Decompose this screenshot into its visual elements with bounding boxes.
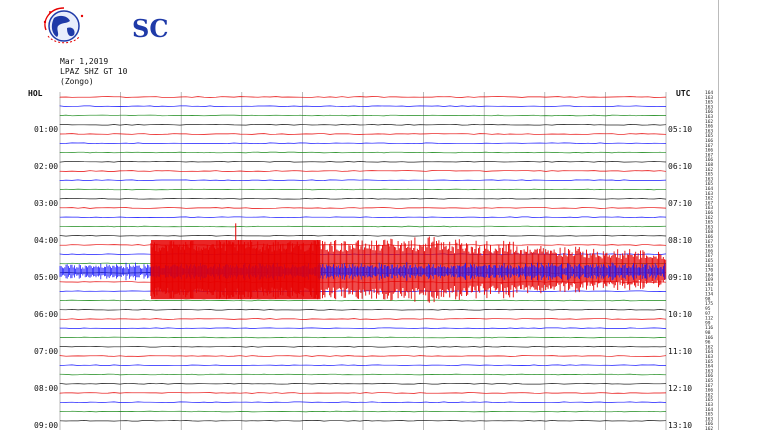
- right-frame-line: [718, 0, 719, 430]
- left-tick-label: 01:00: [34, 125, 58, 134]
- logo: SC: [40, 4, 168, 48]
- right-tick-label: 07:10: [668, 199, 692, 208]
- trace-line: [59, 198, 667, 200]
- right-tick-label: 11:10: [668, 347, 692, 356]
- scale-value: 162: [705, 426, 713, 430]
- trace-line: [59, 383, 667, 385]
- logo-text: SC: [132, 14, 169, 43]
- right-tick-label: 13:10: [668, 421, 692, 430]
- trace-line: [59, 170, 667, 172]
- trace-line: [59, 401, 667, 403]
- left-tick-label: 04:00: [34, 236, 58, 245]
- trace-line: [59, 114, 667, 117]
- trace-line: [59, 225, 667, 228]
- left-tick-label: 02:00: [34, 162, 58, 171]
- trace-line: [59, 207, 667, 209]
- left-tick-label: 06:00: [34, 310, 58, 319]
- trace-line: [59, 161, 667, 163]
- channel-code: LPAZ SHZ GT 10: [60, 67, 128, 76]
- trace-line: [59, 216, 667, 218]
- left-tick-label: 09:00: [34, 421, 58, 430]
- right-tick-label: 05:10: [668, 125, 692, 134]
- trace-line: [59, 142, 667, 144]
- saturated-signal-block: [150, 240, 321, 300]
- right-axis-header: UTC: [676, 89, 691, 98]
- right-tick-label: 12:10: [668, 384, 692, 393]
- left-tick-label: 07:00: [34, 347, 58, 356]
- right-tick-label: 08:10: [668, 236, 692, 245]
- left-tick-label: 05:00: [34, 273, 58, 282]
- trace-line: [59, 392, 667, 394]
- right-tick-label: 10:10: [668, 310, 692, 319]
- left-tick-label: 08:00: [34, 384, 58, 393]
- left-tick-label: 03:00: [34, 199, 58, 208]
- trace-line: [59, 420, 667, 422]
- left-axis-header: HOL: [28, 89, 43, 98]
- right-tick-label: 06:10: [668, 162, 692, 171]
- right-tick-label: 09:10: [668, 273, 692, 282]
- trace-line: [59, 327, 667, 329]
- trace-line: [59, 299, 667, 302]
- record-date: Mar 1,2019: [60, 57, 109, 66]
- station-info: Mar 1,2019 LPAZ SHZ GT 10 (Zongo): [60, 57, 127, 87]
- station-location: (Zongo): [60, 77, 94, 86]
- trace-line: [59, 309, 667, 311]
- globe-icon: [43, 7, 84, 44]
- trace-line: [59, 151, 667, 154]
